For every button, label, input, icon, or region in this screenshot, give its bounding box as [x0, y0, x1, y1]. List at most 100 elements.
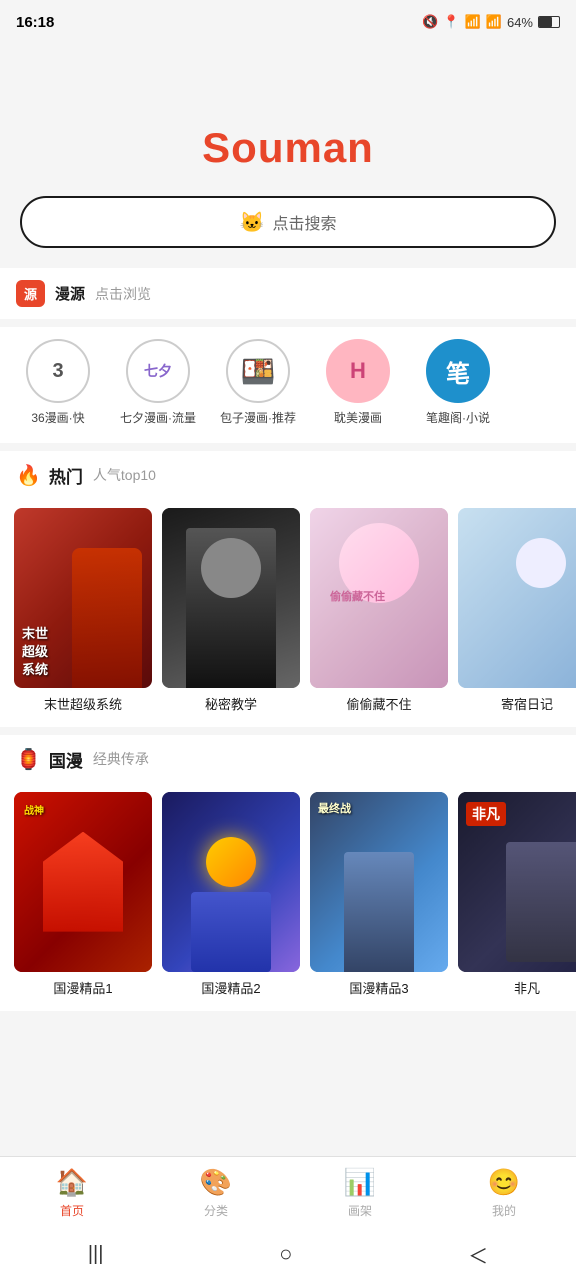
system-back-btn[interactable]: ＜: [468, 1240, 488, 1269]
hot-manga-scroll: 末世超级系统 末世超级系统 秘密教学: [0, 498, 576, 727]
guoman-title: 国漫: [49, 747, 83, 772]
search-bar[interactable]: 🐱 点击搜索: [20, 196, 556, 248]
source-row[interactable]: 源 漫源 点击浏览: [0, 268, 576, 319]
source-circle-5: 笔: [426, 339, 490, 403]
hot-title: 热门: [49, 463, 83, 488]
manga-item-1[interactable]: 末世超级系统 末世超级系统: [14, 508, 152, 713]
source-circle-text-4: H: [350, 358, 366, 384]
source-item-danmei[interactable]: H 耽美漫画: [308, 339, 408, 427]
guoman-cover-4: 非凡: [458, 792, 576, 972]
manga-art-1: 末世超级系统: [14, 508, 152, 688]
guoman-title-2: 国漫精品2: [162, 978, 300, 997]
sources-scroll: 3 36漫画·快 七夕 七夕漫画·流量 🍱 包子漫画·推荐 H 耽美漫画: [0, 327, 576, 443]
source-label: 漫源: [55, 283, 85, 304]
manga-item-4[interactable]: 寄宿日记: [458, 508, 576, 713]
system-nav: ||| ○ ＜: [0, 1228, 576, 1280]
guoman-item-1[interactable]: 战神 国漫精品1: [14, 792, 152, 997]
source-item-biquge[interactable]: 笔 笔趣阁·小说: [408, 339, 508, 427]
guoman-cover-3: 最终战: [310, 792, 448, 972]
manga-title-1: 末世超级系统: [14, 694, 152, 713]
manga-cover-4: [458, 508, 576, 688]
manga-art-3: 偷偷藏不住: [310, 508, 448, 688]
guoman-cover-1: 战神: [14, 792, 152, 972]
bottom-nav: 🏠 首页 🎨 分类 📊 画架 😊 我的: [0, 1156, 576, 1228]
guoman-cover-2: [162, 792, 300, 972]
search-bar-wrap: 🐱 点击搜索: [0, 196, 576, 268]
logo-area: Souman: [0, 44, 576, 196]
source-badge: 源: [16, 280, 45, 307]
nav-category-label: 分类: [204, 1202, 228, 1219]
search-cat-icon: 🐱: [240, 210, 265, 235]
guoman-section: 🏮 国漫 经典传承 战神 国漫精品1: [0, 735, 576, 1011]
source-circle-text-1: 3: [52, 360, 63, 383]
nav-shelf[interactable]: 📊 画架: [320, 1167, 400, 1219]
source-circle-text-5: 笔: [446, 354, 470, 389]
source-browse[interactable]: 点击浏览: [95, 284, 151, 304]
guoman-title-1: 国漫精品1: [14, 978, 152, 997]
source-circle-2: 七夕: [126, 339, 190, 403]
shelf-icon: 📊: [344, 1167, 376, 1198]
source-circle-3: 🍱: [226, 339, 290, 403]
source-name-3: 包子漫画·推荐: [220, 411, 296, 427]
manga-title-3: 偷偷藏不住: [310, 694, 448, 713]
guoman-subtitle: 经典传承: [93, 749, 149, 769]
manga-cover-3: 偷偷藏不住: [310, 508, 448, 688]
manga-item-3[interactable]: 偷偷藏不住 偷偷藏不住: [310, 508, 448, 713]
manga-item-2[interactable]: 秘密教学: [162, 508, 300, 713]
hot-icon: 🔥: [16, 463, 41, 488]
mute-icon: 🔇: [422, 14, 438, 30]
guoman-title-3: 国漫精品3: [310, 978, 448, 997]
source-circle-1: 3: [26, 339, 90, 403]
wifi-icon: 📶: [465, 14, 481, 30]
manga-cover-2: [162, 508, 300, 688]
source-circle-4: H: [326, 339, 390, 403]
manga-cover-1: 末世超级系统: [14, 508, 152, 688]
home-icon: 🏠: [56, 1167, 88, 1198]
status-time: 16:18: [16, 14, 54, 31]
guoman-art-2: [162, 792, 300, 972]
nav-category[interactable]: 🎨 分类: [176, 1167, 256, 1219]
source-name-4: 耽美漫画: [334, 411, 382, 427]
location-icon: 📍: [443, 14, 459, 30]
status-icons: 🔇 📍 📶 📶 64%: [422, 14, 560, 30]
nav-mine-label: 我的: [492, 1202, 516, 1219]
source-circle-text-2: 七夕: [144, 361, 172, 381]
battery-text: 64%: [507, 15, 533, 30]
manga-title-2: 秘密教学: [162, 694, 300, 713]
nav-home-label: 首页: [60, 1202, 84, 1219]
nav-mine[interactable]: 😊 我的: [464, 1167, 544, 1219]
signal-icon: 📶: [486, 14, 502, 30]
guoman-item-2[interactable]: 国漫精品2: [162, 792, 300, 997]
hot-section-header: 🔥 热门 人气top10: [0, 451, 576, 498]
hot-subtitle: 人气top10: [93, 465, 156, 485]
nav-home[interactable]: 🏠 首页: [32, 1167, 112, 1219]
source-item-36manga[interactable]: 3 36漫画·快: [8, 339, 108, 427]
guoman-art-3: 最终战: [310, 792, 448, 972]
app-logo: Souman: [202, 124, 374, 172]
manga-art-2: [162, 508, 300, 688]
source-item-qixi[interactable]: 七夕 七夕漫画·流量: [108, 339, 208, 427]
category-icon: 🎨: [200, 1167, 232, 1198]
mine-icon: 😊: [488, 1167, 520, 1198]
source-item-baozi[interactable]: 🍱 包子漫画·推荐: [208, 339, 308, 427]
status-bar: 16:18 🔇 📍 📶 📶 64%: [0, 0, 576, 44]
search-placeholder: 点击搜索: [272, 210, 336, 234]
main-content: Souman 🐱 点击搜索 源 漫源 点击浏览 3 36漫画·快 七夕 七夕漫画…: [0, 44, 576, 1099]
source-name-5: 笔趣阁·小说: [426, 411, 490, 427]
system-menu-btn[interactable]: |||: [88, 1243, 104, 1266]
guoman-art-4: 非凡: [458, 792, 576, 972]
system-home-btn[interactable]: ○: [279, 1241, 292, 1267]
manga-title-4: 寄宿日记: [458, 694, 576, 713]
nav-shelf-label: 画架: [348, 1202, 372, 1219]
battery-icon: [538, 16, 560, 28]
source-name-2: 七夕漫画·流量: [120, 411, 196, 427]
guoman-item-3[interactable]: 最终战 国漫精品3: [310, 792, 448, 997]
guoman-item-4[interactable]: 非凡 非凡: [458, 792, 576, 997]
guoman-art-1: 战神: [14, 792, 152, 972]
guoman-title-4: 非凡: [458, 978, 576, 997]
guoman-section-header: 🏮 国漫 经典传承: [0, 735, 576, 782]
manga-art-4: [458, 508, 576, 688]
guoman-manga-scroll: 战神 国漫精品1 国漫精品2: [0, 782, 576, 1011]
source-name-1: 36漫画·快: [31, 411, 84, 427]
guoman-icon: 🏮: [16, 747, 41, 772]
